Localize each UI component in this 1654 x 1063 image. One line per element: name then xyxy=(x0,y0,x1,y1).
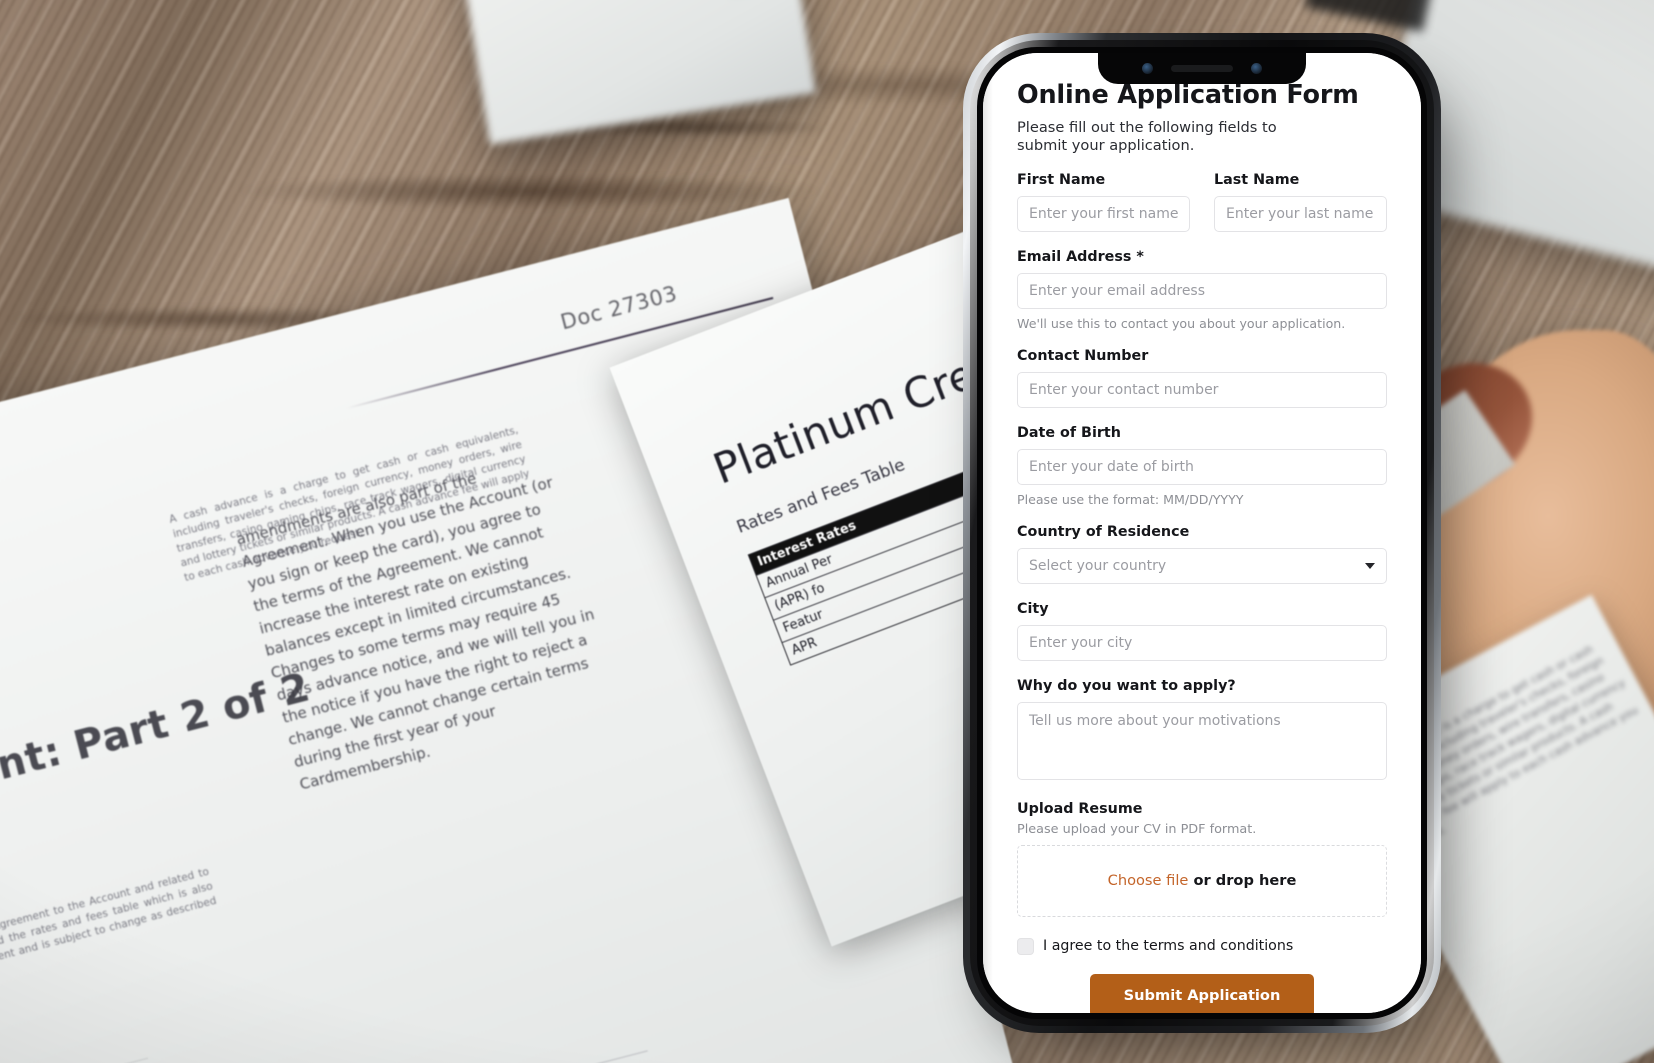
date-of-birth-label: Date of Birth xyxy=(1017,424,1121,441)
date-of-birth-hint: Please use the format: MM/DD/YYYY xyxy=(1017,491,1244,507)
agreement-divider xyxy=(0,1057,148,1063)
front-camera-icon xyxy=(1142,63,1153,74)
speaker-grille-icon xyxy=(1171,65,1233,72)
drop-here-text: or drop here xyxy=(1188,872,1297,890)
terms-checkbox[interactable] xyxy=(1017,937,1034,955)
platinum-title: Platinum Cre xyxy=(706,349,982,494)
file-dropzone[interactable]: Choose file or drop here xyxy=(1017,844,1387,917)
page-subtitle: Please fill out the following fields to … xyxy=(1017,119,1277,154)
contact-number-label: Contact Number xyxy=(1017,347,1149,364)
country-select[interactable]: Select your country xyxy=(1017,547,1387,584)
phone-screen: Online Application Form Please fill out … xyxy=(983,53,1421,1013)
phone-notch xyxy=(1098,53,1306,84)
application-form-page: Online Application Form Please fill out … xyxy=(983,53,1421,1013)
submit-row: Submit Application xyxy=(1017,973,1387,1013)
email-field-group: Email Address * We'll use this to contac… xyxy=(1017,249,1387,331)
motivation-textarea[interactable] xyxy=(1017,701,1387,780)
country-field-group: Country of Residence Select your country xyxy=(1017,524,1387,584)
last-name-field-group: Last Name xyxy=(1214,172,1387,232)
country-select-wrapper: Select your country xyxy=(1017,547,1387,584)
date-of-birth-input[interactable] xyxy=(1017,448,1387,485)
dropzone-text-line: Choose file or drop here xyxy=(1108,872,1297,889)
upload-resume-hint: Please upload your CV in PDF format. xyxy=(1017,821,1257,837)
agreement-box-divider xyxy=(0,1050,693,1063)
date-of-birth-field-group: Date of Birth Please use the format: MM/… xyxy=(1017,425,1387,507)
submit-application-button[interactable]: Submit Application xyxy=(1089,973,1315,1013)
city-label: City xyxy=(1017,600,1049,617)
choose-file-link[interactable]: Choose file xyxy=(1108,872,1189,889)
motivation-label: Why do you want to apply? xyxy=(1017,677,1236,694)
email-hint: We'll use this to contact you about your… xyxy=(1017,315,1346,331)
last-name-input[interactable] xyxy=(1214,195,1387,232)
first-name-input[interactable] xyxy=(1017,195,1190,232)
phone-mockup: Online Application Form Please fill out … xyxy=(963,33,1441,1033)
contact-number-input[interactable] xyxy=(1017,371,1387,408)
terms-row[interactable]: I agree to the terms and conditions xyxy=(1017,937,1387,955)
phone-frame-outer: Online Application Form Please fill out … xyxy=(963,33,1441,1033)
email-input[interactable] xyxy=(1017,272,1387,309)
upload-resume-group: Upload Resume Please upload your CV in P… xyxy=(1017,801,1387,917)
page-title: Online Application Form xyxy=(1017,80,1359,110)
agreement-title: Agreement: Part 2 of 2 xyxy=(0,664,315,841)
agreement-column-a: Part 1 made of the Agreement to the Acco… xyxy=(0,865,218,989)
upload-resume-label: Upload Resume xyxy=(1017,800,1143,817)
phone-bezel: Online Application Form Please fill out … xyxy=(977,47,1427,1019)
chevron-down-icon xyxy=(1365,562,1375,569)
contact-number-field-group: Contact Number xyxy=(1017,348,1387,408)
email-label: Email Address * xyxy=(1017,248,1144,265)
first-name-field-group: First Name xyxy=(1017,172,1190,232)
proximity-sensor-icon xyxy=(1251,63,1262,74)
name-fields-row: First Name Last Name xyxy=(1017,172,1387,232)
city-input[interactable] xyxy=(1017,624,1387,661)
country-label: Country of Residence xyxy=(1017,523,1190,540)
first-name-label: First Name xyxy=(1017,171,1106,188)
terms-label: I agree to the terms and conditions xyxy=(1043,938,1294,955)
city-field-group: City xyxy=(1017,601,1387,661)
last-name-label: Last Name xyxy=(1214,171,1300,188)
country-select-value: Select your country xyxy=(1029,557,1167,574)
motivation-field-group: Why do you want to apply? xyxy=(1017,678,1387,784)
